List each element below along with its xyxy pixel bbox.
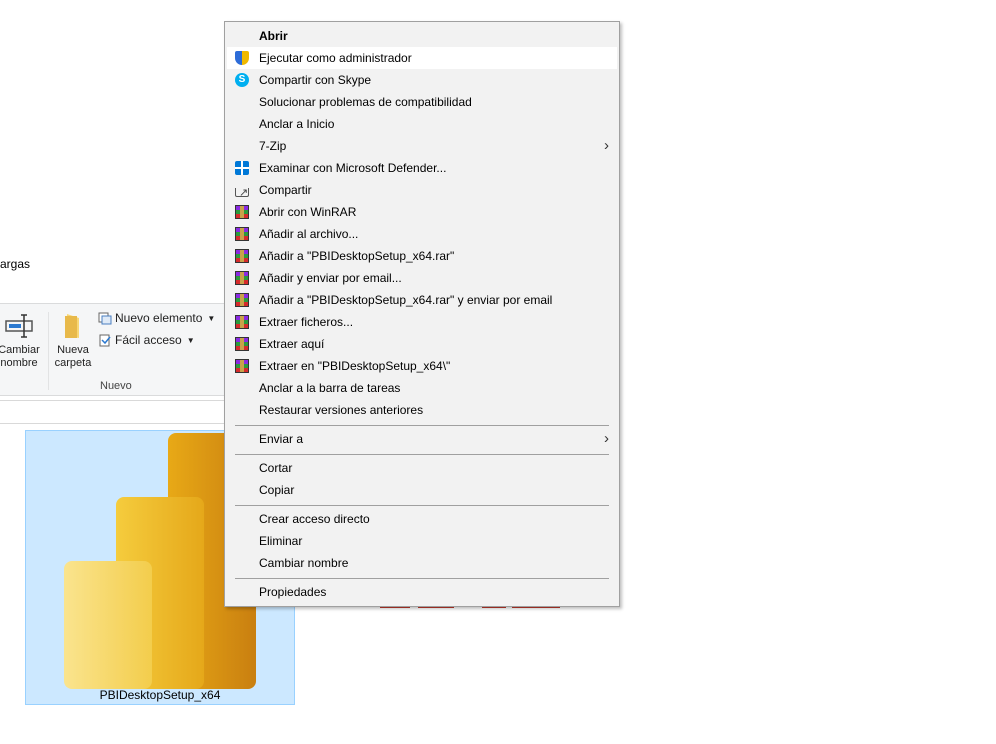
menu-item-compatibility[interactable]: Solucionar problemas de compatibilidad bbox=[227, 91, 617, 113]
menu-item-open-winrar[interactable]: Abrir con WinRAR bbox=[227, 201, 617, 223]
winrar-icon bbox=[235, 293, 249, 307]
menu-item-add-rar-and-email[interactable]: Añadir a "PBIDesktopSetup_x64.rar" y env… bbox=[227, 289, 617, 311]
menu-item-label: Añadir y enviar por email... bbox=[259, 271, 402, 285]
menu-item-label: Extraer aquí bbox=[259, 337, 325, 351]
menu-item-run-as-admin[interactable]: Ejecutar como administrador bbox=[227, 47, 617, 69]
new-item-dropdown[interactable]: Nuevo elemento ▼ bbox=[98, 311, 215, 325]
ribbon-group-label: Nuevo bbox=[100, 380, 132, 392]
menu-item-label: Propiedades bbox=[259, 585, 327, 599]
menu-item-add-and-email[interactable]: Añadir y enviar por email... bbox=[227, 267, 617, 289]
menu-item-delete[interactable]: Eliminar bbox=[227, 530, 617, 552]
address-bar[interactable] bbox=[0, 400, 226, 424]
defender-icon bbox=[235, 161, 249, 175]
rename-ribbon-button[interactable]: Cambiar nombre bbox=[0, 312, 46, 370]
menu-item-label: Enviar a bbox=[259, 432, 304, 446]
winrar-icon bbox=[235, 205, 249, 219]
chevron-right-icon: › bbox=[604, 430, 609, 447]
menu-item-label: Compartir bbox=[259, 183, 312, 197]
menu-item-label: Crear acceso directo bbox=[259, 512, 370, 526]
menu-separator bbox=[235, 454, 609, 455]
menu-item-defender-scan[interactable]: Examinar con Microsoft Defender... bbox=[227, 157, 617, 179]
menu-item-label: Examinar con Microsoft Defender... bbox=[259, 161, 447, 175]
skype-icon: S bbox=[235, 73, 249, 87]
menu-item-extract-here[interactable]: Extraer aquí bbox=[227, 333, 617, 355]
ribbon-divider bbox=[48, 312, 49, 390]
menu-item-pin-start[interactable]: Anclar a Inicio bbox=[227, 113, 617, 135]
easy-access-label: Fácil acceso bbox=[115, 333, 182, 347]
breadcrumb-fragment: argas bbox=[0, 257, 31, 271]
menu-item-share-skype[interactable]: S Compartir con Skype bbox=[227, 69, 617, 91]
menu-item-share[interactable]: ↗ Compartir bbox=[227, 179, 617, 201]
menu-item-copy[interactable]: Copiar bbox=[227, 479, 617, 501]
new-item-label: Nuevo elemento bbox=[115, 311, 203, 325]
menu-item-properties[interactable]: Propiedades bbox=[227, 581, 617, 603]
rename-ribbon-label: Cambiar nombre bbox=[0, 344, 40, 369]
winrar-icon bbox=[235, 359, 249, 373]
menu-separator bbox=[235, 425, 609, 426]
menu-item-label: Añadir a "PBIDesktopSetup_x64.rar" y env… bbox=[259, 293, 553, 307]
menu-item-pin-taskbar[interactable]: Anclar a la barra de tareas bbox=[227, 377, 617, 399]
menu-item-label: Añadir al archivo... bbox=[259, 227, 359, 241]
easy-access-dropdown[interactable]: Fácil acceso ▼ bbox=[98, 333, 195, 347]
menu-item-label: Copiar bbox=[259, 483, 295, 497]
menu-item-label: Restaurar versiones anteriores bbox=[259, 403, 424, 417]
menu-item-label: Abrir con WinRAR bbox=[259, 205, 357, 219]
menu-item-label: Extraer en "PBIDesktopSetup_x64\" bbox=[259, 359, 451, 373]
winrar-icon bbox=[235, 271, 249, 285]
chevron-down-icon: ▼ bbox=[207, 313, 216, 323]
file-name: PBIDesktopSetup_x64 bbox=[99, 688, 221, 702]
menu-item-label: Anclar a Inicio bbox=[259, 117, 335, 131]
menu-item-label: Abrir bbox=[259, 29, 288, 43]
new-item-icon bbox=[98, 312, 112, 325]
chevron-down-icon: ▼ bbox=[186, 335, 195, 345]
menu-item-rename[interactable]: Cambiar nombre bbox=[227, 552, 617, 574]
menu-item-label: Solucionar problemas de compatibilidad bbox=[259, 95, 472, 109]
menu-item-7zip[interactable]: 7-Zip › bbox=[227, 135, 617, 157]
menu-item-cut[interactable]: Cortar bbox=[227, 457, 617, 479]
menu-item-add-to-archive[interactable]: Añadir al archivo... bbox=[227, 223, 617, 245]
menu-item-label: Anclar a la barra de tareas bbox=[259, 381, 401, 395]
menu-item-label: Compartir con Skype bbox=[259, 73, 372, 87]
menu-item-label: Cambiar nombre bbox=[259, 556, 349, 570]
new-folder-label: Nueva carpeta bbox=[54, 344, 92, 369]
folder-icon bbox=[50, 312, 96, 340]
menu-item-extract-files[interactable]: Extraer ficheros... bbox=[227, 311, 617, 333]
uac-shield-icon bbox=[235, 51, 249, 65]
rename-icon bbox=[0, 312, 46, 340]
menu-item-label: Extraer ficheros... bbox=[259, 315, 354, 329]
winrar-icon bbox=[235, 315, 249, 329]
menu-item-label: Añadir a "PBIDesktopSetup_x64.rar" bbox=[259, 249, 455, 263]
menu-item-create-shortcut[interactable]: Crear acceso directo bbox=[227, 508, 617, 530]
menu-item-add-to-rar[interactable]: Añadir a "PBIDesktopSetup_x64.rar" bbox=[227, 245, 617, 267]
new-folder-button[interactable]: Nueva carpeta bbox=[50, 312, 96, 370]
menu-item-abrir[interactable]: Abrir bbox=[227, 25, 617, 47]
menu-item-restore-versions[interactable]: Restaurar versiones anteriores bbox=[227, 399, 617, 421]
winrar-icon bbox=[235, 249, 249, 263]
menu-item-label: Cortar bbox=[259, 461, 293, 475]
context-menu: Abrir Ejecutar como administrador S Comp… bbox=[224, 21, 620, 607]
winrar-icon bbox=[235, 337, 249, 351]
chevron-right-icon: › bbox=[604, 137, 609, 154]
menu-item-send-to[interactable]: Enviar a › bbox=[227, 428, 617, 450]
menu-item-label: 7-Zip bbox=[259, 139, 287, 153]
menu-separator bbox=[235, 578, 609, 579]
ribbon-new-group: Cambiar nombre Nueva carpeta Nuevo eleme… bbox=[0, 303, 226, 396]
easy-access-icon bbox=[98, 334, 112, 347]
winrar-icon bbox=[235, 227, 249, 241]
menu-item-extract-to-folder[interactable]: Extraer en "PBIDesktopSetup_x64\" bbox=[227, 355, 617, 377]
menu-separator bbox=[235, 505, 609, 506]
menu-item-label: Eliminar bbox=[259, 534, 303, 548]
menu-item-label: Ejecutar como administrador bbox=[259, 51, 412, 65]
